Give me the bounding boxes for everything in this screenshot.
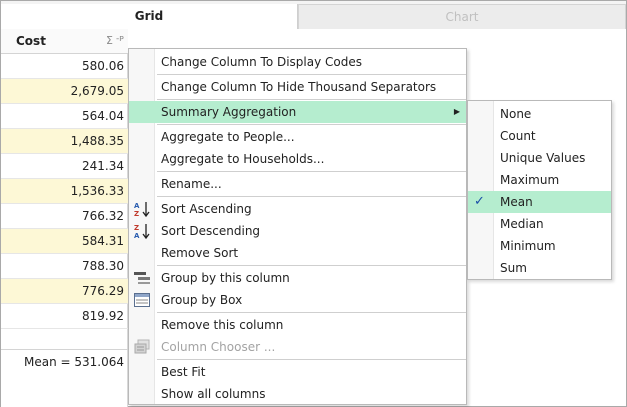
table-row[interactable]: 241.34	[1, 154, 128, 179]
menu-item-summary-aggregation[interactable]: Summary Aggregation ▶	[129, 101, 466, 123]
menu-item-group-by-column[interactable]: Group by this column	[129, 267, 466, 289]
menu-item-aggregate-households[interactable]: Aggregate to Households...	[129, 148, 466, 170]
menu-item-sort-ascending[interactable]: A Z Sort Ascending	[129, 198, 466, 220]
menu-separator	[157, 171, 466, 172]
tab-bar: Grid Chart	[1, 1, 626, 29]
table-row[interactable]: 564.04	[1, 104, 128, 129]
sort-ascending-icon: A Z	[134, 202, 150, 218]
menu-separator	[157, 312, 466, 313]
table-row[interactable]: 1,536.33	[1, 179, 128, 204]
menu-item-best-fit[interactable]: Best Fit	[129, 361, 466, 383]
submenu-item-count[interactable]: Count	[468, 125, 611, 147]
menu-item-column-chooser[interactable]: Column Chooser ...	[129, 336, 466, 358]
summary-aggregation-submenu: None Count Unique Values Maximum ✓ Mean …	[467, 100, 612, 280]
submenu-item-maximum[interactable]: Maximum	[468, 169, 611, 191]
menu-item-rename[interactable]: Rename...	[129, 173, 466, 195]
table-row[interactable]: 788.30	[1, 254, 128, 279]
tab-chart[interactable]: Chart	[298, 4, 626, 29]
summary-footer: Mean = 531.064	[23, 355, 124, 369]
submenu-item-unique-values[interactable]: Unique Values	[468, 147, 611, 169]
menu-separator	[157, 359, 466, 360]
menu-item-remove-sort[interactable]: Remove Sort	[129, 242, 466, 264]
menu-item-display-codes[interactable]: Change Column To Display Codes	[129, 51, 466, 73]
tab-grid[interactable]: Grid	[1, 4, 298, 29]
submenu-item-sum[interactable]: Sum	[468, 257, 611, 279]
menu-separator	[157, 99, 466, 100]
cost-column: Cost Σ -ᴘ 580.06 2,679.05 564.04 1,488.3…	[1, 29, 128, 407]
group-by-column-icon	[134, 272, 150, 284]
table-row[interactable]: 584.31	[1, 229, 128, 254]
table-row[interactable]: 766.32	[1, 204, 128, 229]
group-by-box-icon	[134, 293, 150, 307]
submenu-item-none[interactable]: None	[468, 103, 611, 125]
table-row[interactable]: 1,488.35	[1, 129, 128, 154]
menu-item-show-all-columns[interactable]: Show all columns	[129, 383, 466, 405]
svg-text:A: A	[134, 232, 140, 240]
column-title: Cost	[16, 34, 46, 48]
menu-item-aggregate-people[interactable]: Aggregate to People...	[129, 126, 466, 148]
menu-separator	[157, 196, 466, 197]
menu-item-hide-thousand-separators[interactable]: Change Column To Hide Thousand Separator…	[129, 76, 466, 98]
table-row[interactable]: 580.06	[1, 54, 128, 79]
submenu-arrow-icon: ▶	[453, 107, 460, 116]
svg-text:A: A	[134, 202, 140, 210]
column-header-cost[interactable]: Cost Σ -ᴘ	[1, 29, 128, 54]
column-chooser-icon	[134, 339, 150, 354]
sort-descending-icon: Z A	[134, 224, 150, 240]
menu-separator	[157, 74, 466, 75]
pin-icon[interactable]: -ᴘ	[116, 34, 124, 44]
menu-item-remove-column[interactable]: Remove this column	[129, 314, 466, 336]
svg-text:Z: Z	[134, 210, 139, 218]
table-row[interactable]: 776.29	[1, 279, 128, 304]
column-context-menu: Change Column To Display Codes Change Co…	[128, 48, 467, 405]
menu-separator	[157, 124, 466, 125]
menu-item-group-by-box[interactable]: Group by Box	[129, 289, 466, 311]
menu-separator	[157, 265, 466, 266]
checkmark-icon: ✓	[474, 194, 485, 209]
grid-window: Grid Chart Cost Σ -ᴘ 580.06 2,679.05 564…	[0, 0, 627, 407]
submenu-item-minimum[interactable]: Minimum	[468, 235, 611, 257]
table-row[interactable]: 2,679.05	[1, 79, 128, 104]
sigma-icon[interactable]: Σ	[106, 34, 113, 47]
submenu-item-median[interactable]: Median	[468, 213, 611, 235]
empty-row	[1, 332, 128, 350]
submenu-item-mean[interactable]: ✓ Mean	[468, 191, 611, 213]
table-row[interactable]: 819.92	[1, 304, 128, 329]
menu-item-sort-descending[interactable]: Z A Sort Descending	[129, 220, 466, 242]
svg-text:Z: Z	[134, 224, 139, 232]
